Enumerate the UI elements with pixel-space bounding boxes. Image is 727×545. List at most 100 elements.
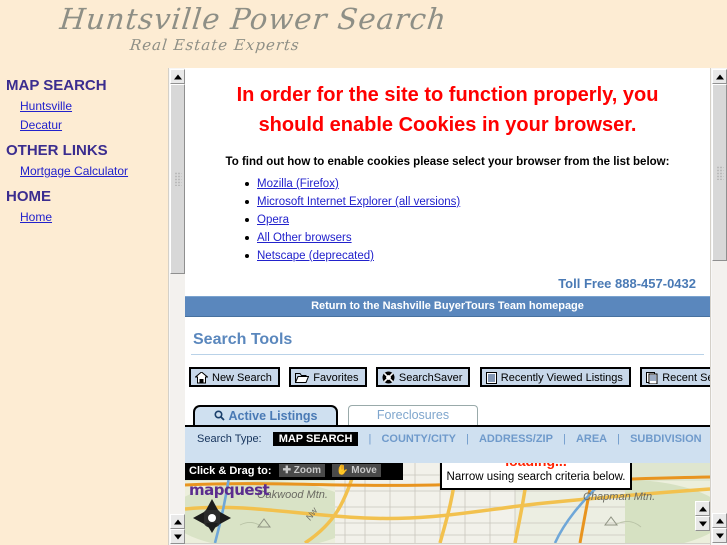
browser-link-mozilla[interactable]: Mozilla (Firefox) xyxy=(257,178,339,190)
sidebar-scrollbar[interactable] xyxy=(168,68,186,545)
return-homepage-banner[interactable]: Return to the Nashville BuyerTours Team … xyxy=(185,296,710,317)
chevron-down-icon xyxy=(715,533,724,538)
cookie-instruction: To find out how to enable cookies please… xyxy=(225,156,670,168)
tab-active-listings[interactable]: Active Listings xyxy=(193,405,338,425)
sidebar-scroll-down-button[interactable] xyxy=(170,529,185,544)
map-zoom-label: Zoom xyxy=(293,465,321,476)
window-scroll-track[interactable] xyxy=(712,261,727,513)
chevron-down-icon xyxy=(173,534,182,539)
list-icon xyxy=(485,372,497,391)
chevron-up-icon xyxy=(698,506,707,511)
page-title: Search Tools xyxy=(193,331,293,348)
search-type-county-city[interactable]: COUNTY/CITY xyxy=(381,433,456,445)
site-logo-subtitle: Real Estate Experts xyxy=(129,36,301,54)
map-zoom-button[interactable]: ✚ Zoom xyxy=(278,464,325,477)
recently-viewed-label: Recently Viewed Listings xyxy=(500,372,623,384)
scroll-grip-icon xyxy=(174,172,181,186)
browser-link-ie[interactable]: Microsoft Internet Explorer (all version… xyxy=(257,196,460,208)
loading-popup: loading... Narrow using search criteria … xyxy=(440,463,632,490)
cookie-notice-line2: should enable Cookies in your browser. xyxy=(258,114,637,136)
map-scroll-down-button[interactable] xyxy=(695,516,710,531)
main-content-frame: In order for the site to function proper… xyxy=(185,68,710,545)
scroll-grip-icon xyxy=(716,165,723,180)
tab-foreclosures[interactable]: Foreclosures xyxy=(348,405,478,425)
map-pan-compass-control[interactable] xyxy=(193,499,231,533)
search-type-separator: | xyxy=(466,433,469,445)
search-type-bar: Search Type: MAP SEARCH | COUNTY/CITY | … xyxy=(185,425,710,463)
sidebar-link-mortgage-calculator[interactable]: Mortgage Calculator xyxy=(20,164,166,178)
cookie-notice: In order for the site to function proper… xyxy=(203,80,692,140)
recent-searches-label: Recent Searches xyxy=(662,372,710,384)
favorites-button[interactable]: Favorites xyxy=(289,367,367,387)
map-move-button[interactable]: ✋ Move xyxy=(332,464,381,477)
search-tools-toolbar: New Search Favorites SearchSaver Recentl… xyxy=(189,367,710,391)
map-drag-label: Click & Drag to: xyxy=(189,465,272,477)
recently-viewed-listings-button[interactable]: Recently Viewed Listings xyxy=(479,367,631,387)
cookie-notice-line1: In order for the site to function proper… xyxy=(236,84,659,106)
window-scroll-up-button[interactable] xyxy=(712,69,727,84)
recent-searches-button[interactable]: Recent Searches xyxy=(640,367,710,387)
search-type-separator: | xyxy=(617,433,621,445)
chevron-down-icon xyxy=(698,521,707,526)
map-scroll-up-button[interactable] xyxy=(695,501,710,516)
window-scroll-thumb[interactable] xyxy=(712,84,727,261)
map-vertical-scrollbar[interactable] xyxy=(695,501,710,531)
new-search-label: New Search xyxy=(212,372,272,384)
house-icon xyxy=(194,371,209,391)
browser-link-opera[interactable]: Opera xyxy=(257,214,289,226)
documents-icon xyxy=(646,372,658,391)
mapquest-logo: mapquest xyxy=(189,481,270,499)
sidebar-link-huntsville[interactable]: Huntsville xyxy=(20,99,166,113)
list-item: All Other browsers xyxy=(243,230,710,246)
site-logo-title: Huntsville Power Search xyxy=(58,2,449,36)
search-type-area[interactable]: AREA xyxy=(576,433,607,445)
magnifier-icon xyxy=(214,408,225,427)
new-search-button[interactable]: New Search xyxy=(189,367,280,387)
sidebar-scroll-track[interactable] xyxy=(170,274,185,514)
folder-icon xyxy=(295,372,310,391)
search-type-selected-map-search[interactable]: MAP SEARCH xyxy=(272,432,359,446)
sidebar-heading-map-search: MAP SEARCH xyxy=(6,77,107,94)
list-item: Microsoft Internet Explorer (all version… xyxy=(243,194,710,210)
sidebar-scroll-up-button[interactable] xyxy=(170,69,185,84)
browser-link-other[interactable]: All Other browsers xyxy=(257,232,352,244)
map-move-label: Move xyxy=(351,465,377,476)
window-scroll-up-button-bottom[interactable] xyxy=(712,513,727,528)
title-divider xyxy=(191,354,704,355)
loading-title: loading... xyxy=(442,463,630,470)
search-type-separator: | xyxy=(368,433,372,445)
chevron-up-icon xyxy=(715,518,724,523)
chevron-up-icon xyxy=(715,74,724,79)
page-root: Huntsville Power Search Real Estate Expe… xyxy=(0,0,727,545)
chevron-up-icon xyxy=(173,74,182,79)
map-label-chapman: Chapman Mtn. xyxy=(583,491,656,503)
sidebar-scroll-up-button-bottom[interactable] xyxy=(170,514,185,529)
search-type-separator: | xyxy=(563,433,566,445)
map-viewport[interactable]: Click & Drag to: ✚ Zoom ✋ Move mapquest xyxy=(185,463,710,543)
map-drag-bar: Click & Drag to: ✚ Zoom ✋ Move xyxy=(185,463,403,480)
window-scroll-down-button[interactable] xyxy=(712,528,727,543)
list-item: Opera xyxy=(243,212,710,228)
search-type-label: Search Type: xyxy=(197,433,262,445)
searchsaver-button[interactable]: SearchSaver xyxy=(375,367,471,387)
tab-active-listings-label: Active Listings xyxy=(228,409,318,423)
listing-tabs: Active Listings Foreclosures xyxy=(193,405,710,425)
site-banner: Huntsville Power Search Real Estate Expe… xyxy=(0,0,727,68)
list-item: Netscape (deprecated) xyxy=(243,248,710,264)
toll-free-number: Toll Free 888-457-0432 xyxy=(558,276,696,291)
loading-subtitle: Narrow using search criteria below. xyxy=(446,471,626,483)
lifesaver-icon xyxy=(382,371,395,391)
list-item: Mozilla (Firefox) xyxy=(243,176,710,192)
search-type-address-zip[interactable]: ADDRESS/ZIP xyxy=(479,433,553,445)
window-scrollbar[interactable] xyxy=(710,68,727,545)
sidebar-scroll-thumb[interactable] xyxy=(170,84,185,274)
sidebar-heading-other-links: OTHER LINKS xyxy=(6,142,108,159)
sidebar-link-home[interactable]: Home xyxy=(20,210,166,224)
sidebar-link-decatur[interactable]: Decatur xyxy=(20,118,166,132)
tab-foreclosures-label: Foreclosures xyxy=(376,408,450,422)
browser-link-netscape[interactable]: Netscape (deprecated) xyxy=(257,250,374,262)
hand-icon: ✋ xyxy=(336,465,349,476)
search-type-subdivision[interactable]: SUBDIVISION xyxy=(630,433,702,445)
browser-list: Mozilla (Firefox) Microsoft Internet Exp… xyxy=(243,176,710,264)
sidebar-heading-home: HOME xyxy=(6,188,51,205)
